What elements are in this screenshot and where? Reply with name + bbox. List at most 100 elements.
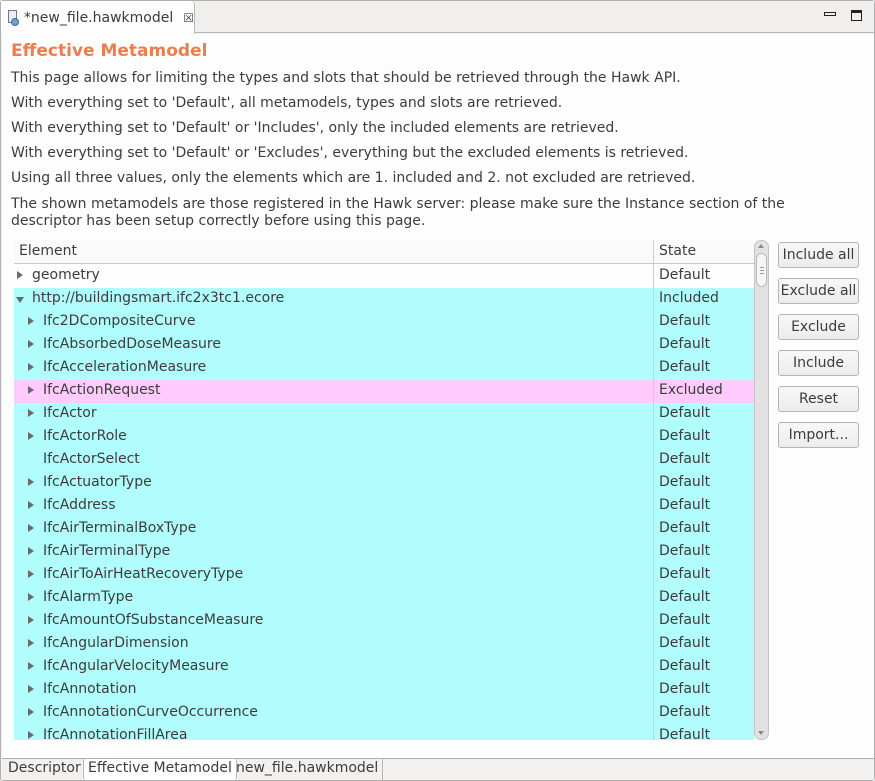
collapsed-arrow-icon[interactable] <box>28 685 34 693</box>
tree-row[interactable]: IfcAirToAirHeatRecoveryType Default <box>14 564 754 587</box>
page-tab-effective-metamodel[interactable]: Effective Metamodel <box>83 759 237 780</box>
tree-row[interactable]: IfcAngularDimension Default <box>14 633 754 656</box>
exclude-button[interactable]: Exclude <box>778 314 859 340</box>
state-label[interactable]: Default <box>659 681 710 697</box>
hawkmodel-file-icon <box>7 9 19 26</box>
collapsed-arrow-icon[interactable] <box>28 524 34 532</box>
tree-row[interactable]: IfcAirTerminalBoxType Default <box>14 518 754 541</box>
state-label[interactable]: Default <box>659 405 710 421</box>
collapsed-arrow-icon[interactable] <box>17 271 23 279</box>
element-label: IfcAnnotation <box>43 681 137 697</box>
state-label[interactable]: Default <box>659 451 710 467</box>
state-label[interactable]: Excluded <box>659 382 723 398</box>
collapsed-arrow-icon[interactable] <box>28 340 34 348</box>
tree-row[interactable]: IfcAmountOfSubstanceMeasure Default <box>14 610 754 633</box>
tree-row[interactable]: Ifc2DCompositeCurve Default <box>14 311 754 334</box>
state-label[interactable]: Default <box>659 704 710 720</box>
editor-tab[interactable]: *new_file.hawkmodel ☒ <box>1 1 195 34</box>
tree-row[interactable]: IfcAirTerminalType Default <box>14 541 754 564</box>
editor-page-tabs: Descriptor Effective Metamodel new_file.… <box>2 758 874 780</box>
maximize-icon[interactable] <box>851 10 862 21</box>
element-label: IfcAirTerminalBoxType <box>43 520 197 536</box>
tree-row[interactable]: IfcAccelerationMeasure Default <box>14 357 754 380</box>
tree-vertical-scrollbar[interactable] <box>754 240 769 740</box>
description-line: With everything set to 'Default' or 'Exc… <box>11 145 689 161</box>
state-label[interactable]: Default <box>659 497 710 513</box>
state-label[interactable]: Default <box>659 520 710 536</box>
column-divider[interactable] <box>653 240 654 740</box>
column-header-state[interactable]: State <box>659 243 696 259</box>
import-button[interactable]: Import... <box>778 422 859 448</box>
collapsed-arrow-icon[interactable] <box>28 731 34 739</box>
scroll-up-arrow-icon[interactable] <box>758 244 764 248</box>
description-line: This page allows for limiting the types … <box>11 70 681 86</box>
element-label: IfcAbsorbedDoseMeasure <box>43 336 221 352</box>
collapsed-arrow-icon[interactable] <box>28 363 34 371</box>
collapsed-arrow-icon[interactable] <box>28 478 34 486</box>
state-label[interactable]: Default <box>659 336 710 352</box>
element-label: IfcActuatorType <box>43 474 152 490</box>
collapsed-arrow-icon[interactable] <box>28 708 34 716</box>
tree-row[interactable]: IfcActuatorType Default <box>14 472 754 495</box>
tree-row[interactable]: IfcActorRole Default <box>14 426 754 449</box>
element-label: IfcAddress <box>43 497 116 513</box>
collapsed-arrow-icon[interactable] <box>28 409 34 417</box>
collapsed-arrow-icon[interactable] <box>28 639 34 647</box>
state-label[interactable]: Default <box>659 428 710 444</box>
page-tab-descriptor[interactable]: Descriptor <box>4 759 86 780</box>
state-label[interactable]: Default <box>659 589 710 605</box>
tree-header: Element State <box>14 240 754 264</box>
collapsed-arrow-icon[interactable] <box>28 570 34 578</box>
element-label: http://buildingsmart.ifc2x3tc1.ecore <box>32 290 285 306</box>
tree-row[interactable]: IfcActor Default <box>14 403 754 426</box>
page-tab-source[interactable]: new_file.hawkmodel <box>232 759 384 780</box>
tree-row[interactable]: IfcAnnotation Default <box>14 679 754 702</box>
state-label[interactable]: Default <box>659 566 710 582</box>
state-label[interactable]: Default <box>659 543 710 559</box>
reset-button[interactable]: Reset <box>778 386 859 412</box>
state-label[interactable]: Default <box>659 612 710 628</box>
include-all-button[interactable]: Include all <box>778 242 859 268</box>
collapsed-arrow-icon[interactable] <box>28 317 34 325</box>
state-label[interactable]: Default <box>659 359 710 375</box>
metamodel-tree[interactable]: Element State geometry Default http://buil… <box>14 240 754 740</box>
tree-row[interactable]: IfcAddress Default <box>14 495 754 518</box>
tree-row[interactable]: geometry Default <box>14 265 754 288</box>
minimize-icon[interactable] <box>824 12 836 16</box>
tree-row[interactable]: http://buildingsmart.ifc2x3tc1.ecore Incl… <box>14 288 754 311</box>
collapsed-arrow-icon[interactable] <box>28 501 34 509</box>
state-label[interactable]: Default <box>659 474 710 490</box>
tree-row[interactable]: IfcAnnotationFillArea Default <box>14 725 754 740</box>
scroll-down-arrow-icon[interactable] <box>758 731 764 735</box>
close-icon[interactable]: ☒ <box>183 11 194 25</box>
element-label: IfcActorRole <box>43 428 127 444</box>
state-label[interactable]: Default <box>659 267 710 283</box>
effective-metamodel-page: Effective Metamodel This page allows for… <box>2 34 874 758</box>
collapsed-arrow-icon[interactable] <box>28 432 34 440</box>
collapsed-arrow-icon[interactable] <box>28 662 34 670</box>
state-label[interactable]: Default <box>659 313 710 329</box>
description-line: Using all three values, only the element… <box>11 170 696 186</box>
collapsed-arrow-icon[interactable] <box>28 547 34 555</box>
state-label[interactable]: Default <box>659 635 710 651</box>
collapsed-arrow-icon[interactable] <box>28 616 34 624</box>
tree-row[interactable]: IfcAlarmType Default <box>14 587 754 610</box>
tree-row[interactable]: IfcActorSelect Default <box>14 449 754 472</box>
collapsed-arrow-icon[interactable] <box>28 593 34 601</box>
tree-row[interactable]: IfcActionRequest Excluded <box>14 380 754 403</box>
element-label: IfcAirTerminalType <box>43 543 171 559</box>
element-label: IfcAirToAirHeatRecoveryType <box>43 566 244 582</box>
state-label[interactable]: Included <box>659 290 719 306</box>
tree-row[interactable]: IfcAbsorbedDoseMeasure Default <box>14 334 754 357</box>
collapsed-arrow-icon[interactable] <box>28 386 34 394</box>
state-label[interactable]: Default <box>659 727 710 740</box>
element-label: IfcAccelerationMeasure <box>43 359 207 375</box>
expanded-arrow-icon[interactable] <box>16 297 24 303</box>
include-button[interactable]: Include <box>778 350 859 376</box>
tree-row[interactable]: IfcAngularVelocityMeasure Default <box>14 656 754 679</box>
tree-row[interactable]: IfcAnnotationCurveOccurrence Default <box>14 702 754 725</box>
state-label[interactable]: Default <box>659 658 710 674</box>
exclude-all-button[interactable]: Exclude all <box>778 278 859 304</box>
scrollbar-thumb[interactable] <box>756 253 767 287</box>
column-header-element[interactable]: Element <box>19 243 77 259</box>
